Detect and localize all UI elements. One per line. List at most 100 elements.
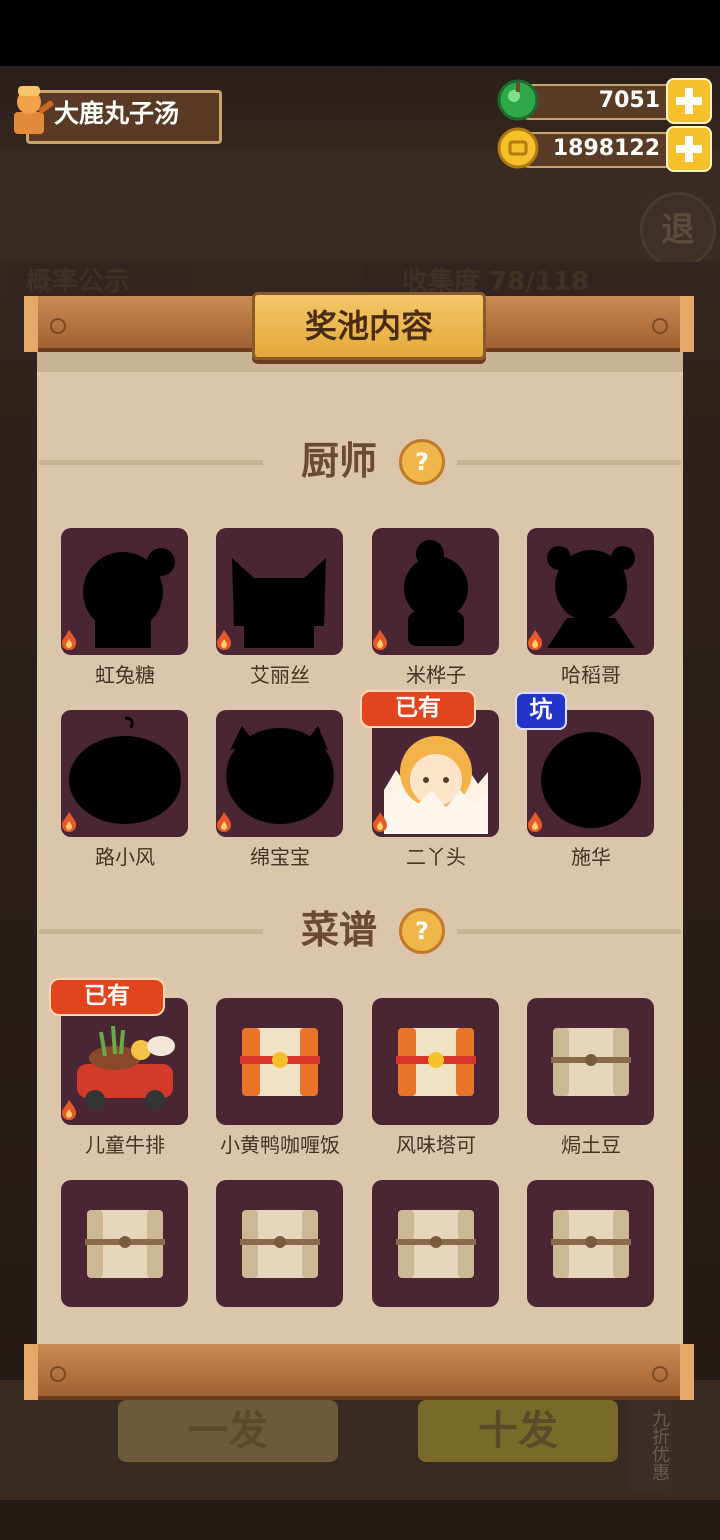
chef-card[interactable] bbox=[61, 710, 188, 837]
nail bbox=[652, 1366, 668, 1382]
locked-scroll-icon bbox=[396, 1210, 476, 1278]
locked-scroll-icon bbox=[551, 1028, 631, 1096]
flame-icon bbox=[528, 629, 599, 651]
rarity-flames bbox=[527, 629, 654, 653]
flame-icon bbox=[62, 1099, 151, 1121]
chef-section-title: 厨师 bbox=[301, 439, 378, 483]
flame-icon bbox=[373, 811, 444, 833]
rarity-flames bbox=[61, 629, 188, 653]
flame-icon bbox=[528, 629, 617, 651]
coin-icon bbox=[497, 127, 539, 169]
recipe-card[interactable] bbox=[61, 1180, 188, 1307]
flame-icon bbox=[62, 629, 133, 651]
divider bbox=[457, 929, 681, 934]
add-gems-button[interactable] bbox=[666, 78, 712, 124]
recipe-card[interactable] bbox=[372, 998, 499, 1125]
player-name: 大鹿丸子汤 bbox=[54, 99, 180, 128]
flame-icon bbox=[217, 629, 315, 651]
chef-name: 路小风 bbox=[95, 845, 155, 869]
flame-icon bbox=[373, 629, 444, 651]
locked-scroll-icon bbox=[240, 1210, 320, 1278]
flame-icon bbox=[62, 629, 151, 651]
player-info[interactable]: 大鹿丸子汤 bbox=[4, 84, 222, 144]
divider bbox=[39, 460, 263, 465]
flame-icon bbox=[62, 629, 115, 651]
exit-button[interactable]: 退 bbox=[640, 192, 716, 268]
chef-name: 施华 bbox=[571, 845, 611, 869]
flame-icon bbox=[217, 811, 279, 833]
recipe-help-button[interactable]: ? bbox=[399, 908, 445, 954]
chef-name: 米桦子 bbox=[406, 663, 466, 687]
flame-icon bbox=[373, 629, 462, 651]
flame-icon bbox=[217, 629, 297, 651]
divider bbox=[457, 460, 681, 465]
flame-icon bbox=[62, 629, 169, 651]
rarity-flames bbox=[61, 1099, 188, 1123]
chef-name: 绵宝宝 bbox=[250, 845, 310, 869]
flame-icon bbox=[528, 811, 617, 833]
rarity-flames bbox=[372, 629, 499, 653]
flame-icon bbox=[528, 811, 599, 833]
chef-name: 哈稻哥 bbox=[561, 663, 621, 687]
locked-scroll-icon bbox=[551, 1210, 631, 1278]
chef-card[interactable] bbox=[61, 528, 188, 655]
recipe-card[interactable] bbox=[216, 998, 343, 1125]
flame-icon bbox=[528, 629, 581, 651]
pit-badge: 坑 bbox=[515, 692, 567, 730]
divider bbox=[39, 929, 263, 934]
flame-icon bbox=[62, 1099, 115, 1121]
gem-value: 7051 bbox=[598, 88, 660, 113]
flame-icon bbox=[62, 1099, 133, 1121]
rarity-flames bbox=[216, 811, 343, 835]
chef-help-button[interactable]: ? bbox=[399, 439, 445, 485]
chef-name: 二丫头 bbox=[406, 845, 466, 869]
flame-icon bbox=[62, 811, 142, 833]
chef-name: 虹兔糖 bbox=[95, 663, 155, 687]
recipe-name: 小黄鸭咖喱饭 bbox=[220, 1133, 340, 1157]
chef-card[interactable] bbox=[372, 528, 499, 655]
ten-draw-button[interactable]: 十发 bbox=[418, 1400, 618, 1462]
rarity-flames bbox=[216, 629, 343, 653]
recipe-card[interactable] bbox=[527, 998, 654, 1125]
chef-card[interactable] bbox=[527, 528, 654, 655]
owned-badge: 已有 bbox=[360, 690, 476, 728]
rod-cap bbox=[24, 296, 38, 352]
prize-pool-panel: 厨师 ? 菜谱 ? 虹兔糖 艾丽丝 米桦子 哈稻哥 路小风 绵宝宝 二丫头 已有 施华坑儿童牛排… bbox=[37, 350, 683, 1344]
recipe-card[interactable] bbox=[372, 1180, 499, 1307]
coin-counter: 1898122 bbox=[496, 126, 714, 172]
recipe-name: 焗土豆 bbox=[561, 1133, 621, 1157]
flame-icon bbox=[528, 811, 581, 833]
rod-cap bbox=[680, 1344, 694, 1400]
chef-card[interactable] bbox=[216, 710, 343, 837]
rarity-flames bbox=[61, 811, 188, 835]
flame-icon bbox=[373, 629, 426, 651]
rarity-flames bbox=[372, 811, 499, 835]
chef-avatar-icon bbox=[14, 86, 54, 134]
chef-name: 艾丽丝 bbox=[250, 663, 310, 687]
nail bbox=[50, 1366, 66, 1382]
single-draw-button[interactable]: 一发 bbox=[118, 1400, 338, 1462]
chef-card[interactable] bbox=[216, 528, 343, 655]
flame-icon bbox=[62, 811, 124, 833]
add-coins-button[interactable] bbox=[666, 126, 712, 172]
rarity-flames bbox=[527, 811, 654, 835]
owned-badge: 已有 bbox=[49, 978, 165, 1016]
flame-icon bbox=[62, 1099, 169, 1121]
recipe-scroll-icon bbox=[396, 1028, 476, 1096]
chef-section-header: 厨师 ? bbox=[37, 436, 683, 486]
flame-icon bbox=[217, 811, 297, 833]
recipe-card[interactable] bbox=[527, 1180, 654, 1307]
recipe-card[interactable] bbox=[61, 998, 188, 1125]
recipe-section-header: 菜谱 ? bbox=[37, 905, 683, 955]
recipe-scroll-icon bbox=[240, 1028, 320, 1096]
gem-icon bbox=[497, 79, 539, 121]
chef-card[interactable] bbox=[372, 710, 499, 837]
recipe-card[interactable] bbox=[216, 1180, 343, 1307]
scroll-rod-bottom bbox=[24, 1344, 694, 1400]
recipe-name: 儿童牛排 bbox=[85, 1133, 165, 1157]
recipe-name: 风味塔可 bbox=[396, 1133, 476, 1157]
locked-scroll-icon bbox=[85, 1210, 165, 1278]
flame-icon bbox=[217, 629, 261, 651]
nail bbox=[652, 318, 668, 334]
panel-title: 奖池内容 bbox=[252, 292, 486, 360]
